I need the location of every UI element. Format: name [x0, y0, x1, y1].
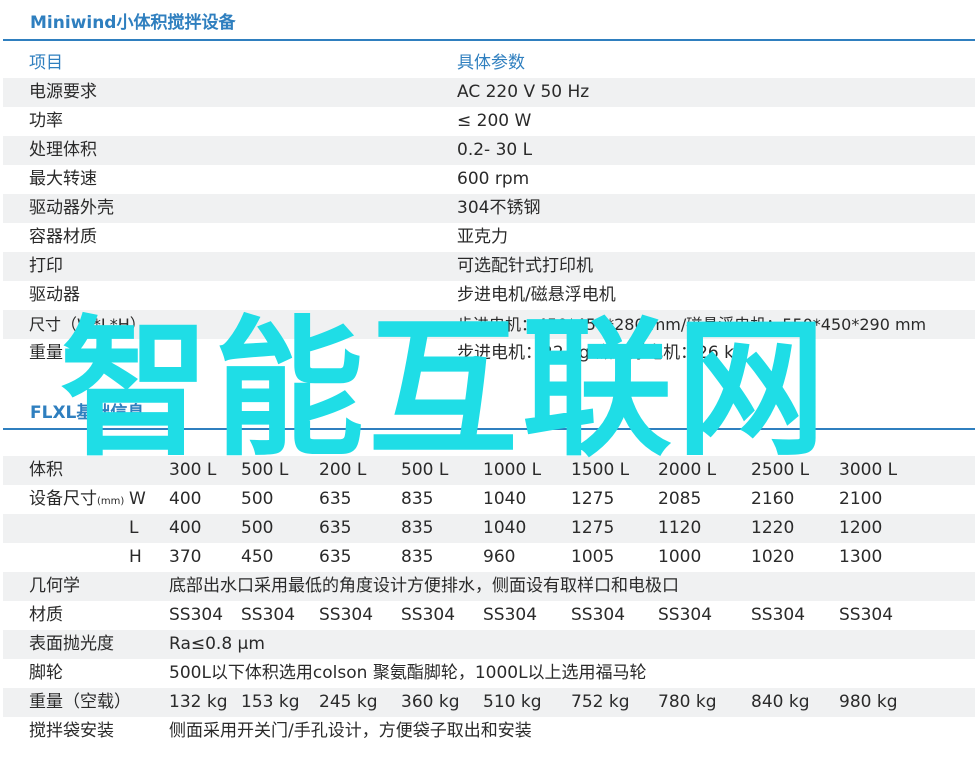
cell-value: 500 — [241, 489, 274, 509]
dim-axis: H — [129, 547, 142, 567]
cell-value: 1040 — [483, 518, 527, 538]
flxl-geometry-row: 几何学 底部出水口采用最低的角度设计方便排水，侧面设有取样口和电极口 — [3, 572, 975, 601]
cell-value: 153 kg — [241, 692, 300, 712]
flxl-dims-row: L 400 500 635 835 1040 1275 1120 1220 12… — [3, 514, 975, 543]
flxl-dims-row: H 370 450 635 835 960 1005 1000 1020 130… — [3, 543, 975, 572]
row-item: 最大转速 — [29, 169, 97, 189]
cell-value: SS304 — [401, 605, 456, 625]
row-label: 搅拌袋安装 — [29, 721, 114, 741]
row-item: 电源要求 — [29, 82, 97, 102]
miniwind-row: 最大转速 600 rpm — [3, 165, 975, 194]
cell-value: 400 — [169, 518, 202, 538]
row-item: 驱动器外壳 — [29, 198, 114, 218]
cell-value: 840 kg — [751, 692, 810, 712]
cell-value: 2100 — [839, 489, 883, 509]
cell-value: 835 — [401, 489, 434, 509]
cell-value: 635 — [319, 518, 352, 538]
cell-value: 1000 — [658, 547, 702, 567]
row-item: 处理体积 — [29, 140, 97, 160]
cell-value: SS304 — [483, 605, 538, 625]
flxl-casters-row: 脚轮 500L以下体积选用colson 聚氨酯脚轮，1000L以上选用福马轮 — [3, 659, 975, 688]
row-text: Ra≤0.8 µm — [169, 634, 265, 654]
cell-value: 1220 — [751, 518, 795, 538]
row-text: 侧面采用开关门/手孔设计，方便袋子取出和安装 — [169, 721, 532, 741]
cell-value: 245 kg — [319, 692, 378, 712]
cell-value: 1005 — [571, 547, 615, 567]
miniwind-row: 驱动器外壳 304不锈钢 — [3, 194, 975, 223]
cell-value: 980 kg — [839, 692, 898, 712]
dim-axis: L — [129, 518, 139, 538]
row-item: 功率 — [29, 111, 63, 131]
cell-value: 635 — [319, 547, 352, 567]
row-spec: 304不锈钢 — [457, 198, 541, 218]
row-spec: 600 rpm — [457, 169, 530, 189]
row-text: 底部出水口采用最低的角度设计方便排水，侧面设有取样口和电极口 — [169, 576, 679, 596]
cell-value: 1200 — [839, 518, 883, 538]
row-spec: 可选配针式打印机 — [457, 256, 593, 276]
flxl-dims-row: 设备尺寸(mm) W 400 500 635 835 1040 1275 208… — [3, 485, 975, 514]
row-label: 表面抛光度 — [29, 634, 114, 654]
cell-value: 1020 — [751, 547, 795, 567]
row-item: 打印 — [29, 256, 63, 276]
miniwind-title-rule — [3, 39, 975, 41]
dim-axis: W — [129, 489, 146, 509]
row-label: 几何学 — [29, 576, 80, 596]
row-item: 重量 — [29, 343, 63, 363]
cell-value: 450 — [241, 547, 274, 567]
row-spec: ≤ 200 W — [457, 111, 532, 131]
cell-value: 400 — [169, 489, 202, 509]
cell-value: 835 — [401, 518, 434, 538]
cell-value: SS304 — [241, 605, 296, 625]
cell-value: 2160 — [751, 489, 795, 509]
flxl-material-row: 材质 SS304 SS304 SS304 SS304 SS304 SS304 S… — [3, 601, 975, 630]
row-label: 体积 — [29, 460, 63, 480]
flxl-weight-row: 重量（空载） 132 kg 153 kg 245 kg 360 kg 510 k… — [3, 688, 975, 717]
miniwind-title: Miniwind小体积搅拌设备 — [30, 13, 236, 33]
cell-value: 835 — [401, 547, 434, 567]
cell-value: SS304 — [839, 605, 894, 625]
row-spec: 0.2- 30 L — [457, 140, 533, 160]
cell-value: SS304 — [169, 605, 224, 625]
row-text: 500L以下体积选用colson 聚氨酯脚轮，1000L以上选用福马轮 — [169, 663, 647, 683]
miniwind-row: 打印 可选配针式打印机 — [3, 252, 975, 281]
cell-value: 1275 — [571, 489, 615, 509]
cell-value: 1040 — [483, 489, 527, 509]
row-label: 设备尺寸(mm) — [29, 489, 125, 509]
miniwind-row: 电源要求 AC 220 V 50 Hz — [3, 78, 975, 107]
cell-value: 780 kg — [658, 692, 717, 712]
miniwind-row: 容器材质 亚克力 — [3, 223, 975, 252]
cell-value: 2085 — [658, 489, 702, 509]
row-label: 材质 — [29, 605, 63, 625]
cell-value: 500 — [241, 518, 274, 538]
cell-value: SS304 — [658, 605, 713, 625]
cell-value: 1300 — [839, 547, 883, 567]
cell-value: 635 — [319, 489, 352, 509]
cell-value: SS304 — [571, 605, 626, 625]
cell-value: 1120 — [658, 518, 702, 538]
flxl-polish-row: 表面抛光度 Ra≤0.8 µm — [3, 630, 975, 659]
row-item: 容器材质 — [29, 227, 97, 247]
row-spec: AC 220 V 50 Hz — [457, 82, 590, 102]
cell-value: 960 — [483, 547, 516, 567]
watermark-text: 智能互联网 — [60, 303, 831, 477]
header-item: 项目 — [29, 53, 63, 73]
row-spec: 亚克力 — [457, 227, 508, 247]
cell-value: 510 kg — [483, 692, 542, 712]
miniwind-row: 处理体积 0.2- 30 L — [3, 136, 975, 165]
row-label: 脚轮 — [29, 663, 63, 683]
cell-value: SS304 — [319, 605, 374, 625]
miniwind-header-row: 项目 具体参数 — [3, 49, 975, 78]
row-label: 重量（空载） — [29, 692, 131, 712]
header-spec: 具体参数 — [457, 53, 525, 73]
cell-value: 752 kg — [571, 692, 630, 712]
cell-value: SS304 — [751, 605, 806, 625]
miniwind-row: 功率 ≤ 200 W — [3, 107, 975, 136]
cell-value: 370 — [169, 547, 202, 567]
cell-value: 360 kg — [401, 692, 460, 712]
cell-value: 132 kg — [169, 692, 228, 712]
cell-value: 1275 — [571, 518, 615, 538]
flxl-bag-row: 搅拌袋安装 侧面采用开关门/手孔设计，方便袋子取出和安装 — [3, 717, 975, 746]
